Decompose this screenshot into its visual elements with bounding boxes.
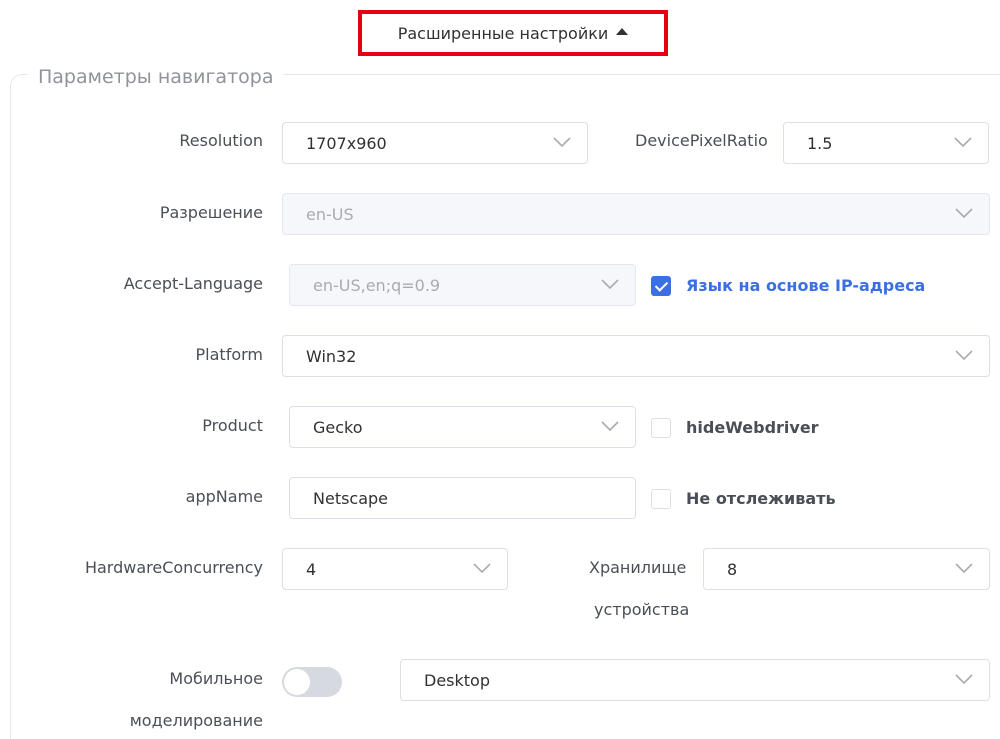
app-name-label: appName [185, 487, 263, 506]
mobile-emulation-label-line1: Мобильное [169, 669, 263, 688]
mobile-device-value: Desktop [424, 670, 490, 690]
switch-knob [284, 669, 310, 695]
device-pixel-ratio-value: 1.5 [807, 133, 833, 153]
device-pixel-ratio-label: DevicePixelRatio [635, 131, 768, 150]
chevron-down-icon [473, 563, 491, 573]
hardware-concurrency-select[interactable]: 4 [282, 548, 508, 590]
chevron-down-icon [955, 208, 973, 218]
resolution-value: 1707x960 [306, 133, 387, 153]
product-select[interactable]: Gecko [289, 406, 636, 448]
platform-value: Win32 [306, 346, 357, 366]
do-not-track-checkbox[interactable] [651, 489, 671, 509]
device-memory-value: 8 [727, 559, 738, 579]
device-pixel-ratio-select[interactable]: 1.5 [783, 122, 989, 164]
product-label: Product [202, 416, 263, 435]
advanced-settings-label: Расширенные настройки [397, 23, 609, 43]
locale-label: Разрешение [159, 203, 263, 222]
ip-language-label[interactable]: Язык на основе IP-адреса [686, 276, 925, 295]
device-memory-label-line2: устройства [594, 600, 690, 619]
chevron-down-icon [954, 137, 972, 147]
mobile-emulation-switch[interactable] [282, 667, 342, 697]
caret-up-icon [616, 27, 629, 35]
resolution-select[interactable]: 1707x960 [282, 122, 588, 164]
locale-value: en-US [306, 204, 354, 224]
hide-webdriver-checkbox[interactable] [651, 418, 671, 438]
hide-webdriver-label[interactable]: hideWebdriver [686, 418, 819, 437]
chevron-down-icon [955, 350, 973, 360]
locale-select: en-US [282, 193, 990, 235]
ip-language-checkbox[interactable] [651, 276, 671, 296]
chevron-down-icon [553, 137, 571, 147]
mobile-emulation-label-line2: моделирование [129, 711, 263, 730]
chevron-down-icon [601, 421, 619, 431]
chevron-down-icon [955, 674, 973, 684]
advanced-settings-toggle[interactable]: Расширенные настройки [358, 10, 668, 56]
chevron-down-icon [955, 563, 973, 573]
app-name-value: Netscape [313, 488, 389, 508]
platform-select[interactable]: Win32 [282, 335, 990, 377]
device-memory-select[interactable]: 8 [703, 548, 990, 590]
hardware-concurrency-value: 4 [306, 559, 317, 579]
accept-language-value: en-US,en;q=0.9 [313, 275, 441, 295]
product-value: Gecko [313, 417, 363, 437]
resolution-label: Resolution [179, 131, 263, 150]
do-not-track-label[interactable]: Не отслеживать [686, 489, 836, 508]
chevron-down-icon [601, 279, 619, 289]
app-name-input[interactable]: Netscape [289, 477, 636, 519]
accept-language-label: Accept-Language [123, 274, 263, 293]
hardware-concurrency-label: HardwareConcurrency [84, 558, 263, 577]
browser-params-panel: Расширенные настройки Параметры навигато… [0, 0, 1000, 739]
platform-label: Platform [195, 345, 263, 364]
section-title: Параметры навигатора [28, 66, 284, 88]
mobile-device-select[interactable]: Desktop [400, 659, 990, 701]
device-memory-label-line1: Хранилище [589, 558, 687, 577]
accept-language-select: en-US,en;q=0.9 [289, 264, 636, 306]
